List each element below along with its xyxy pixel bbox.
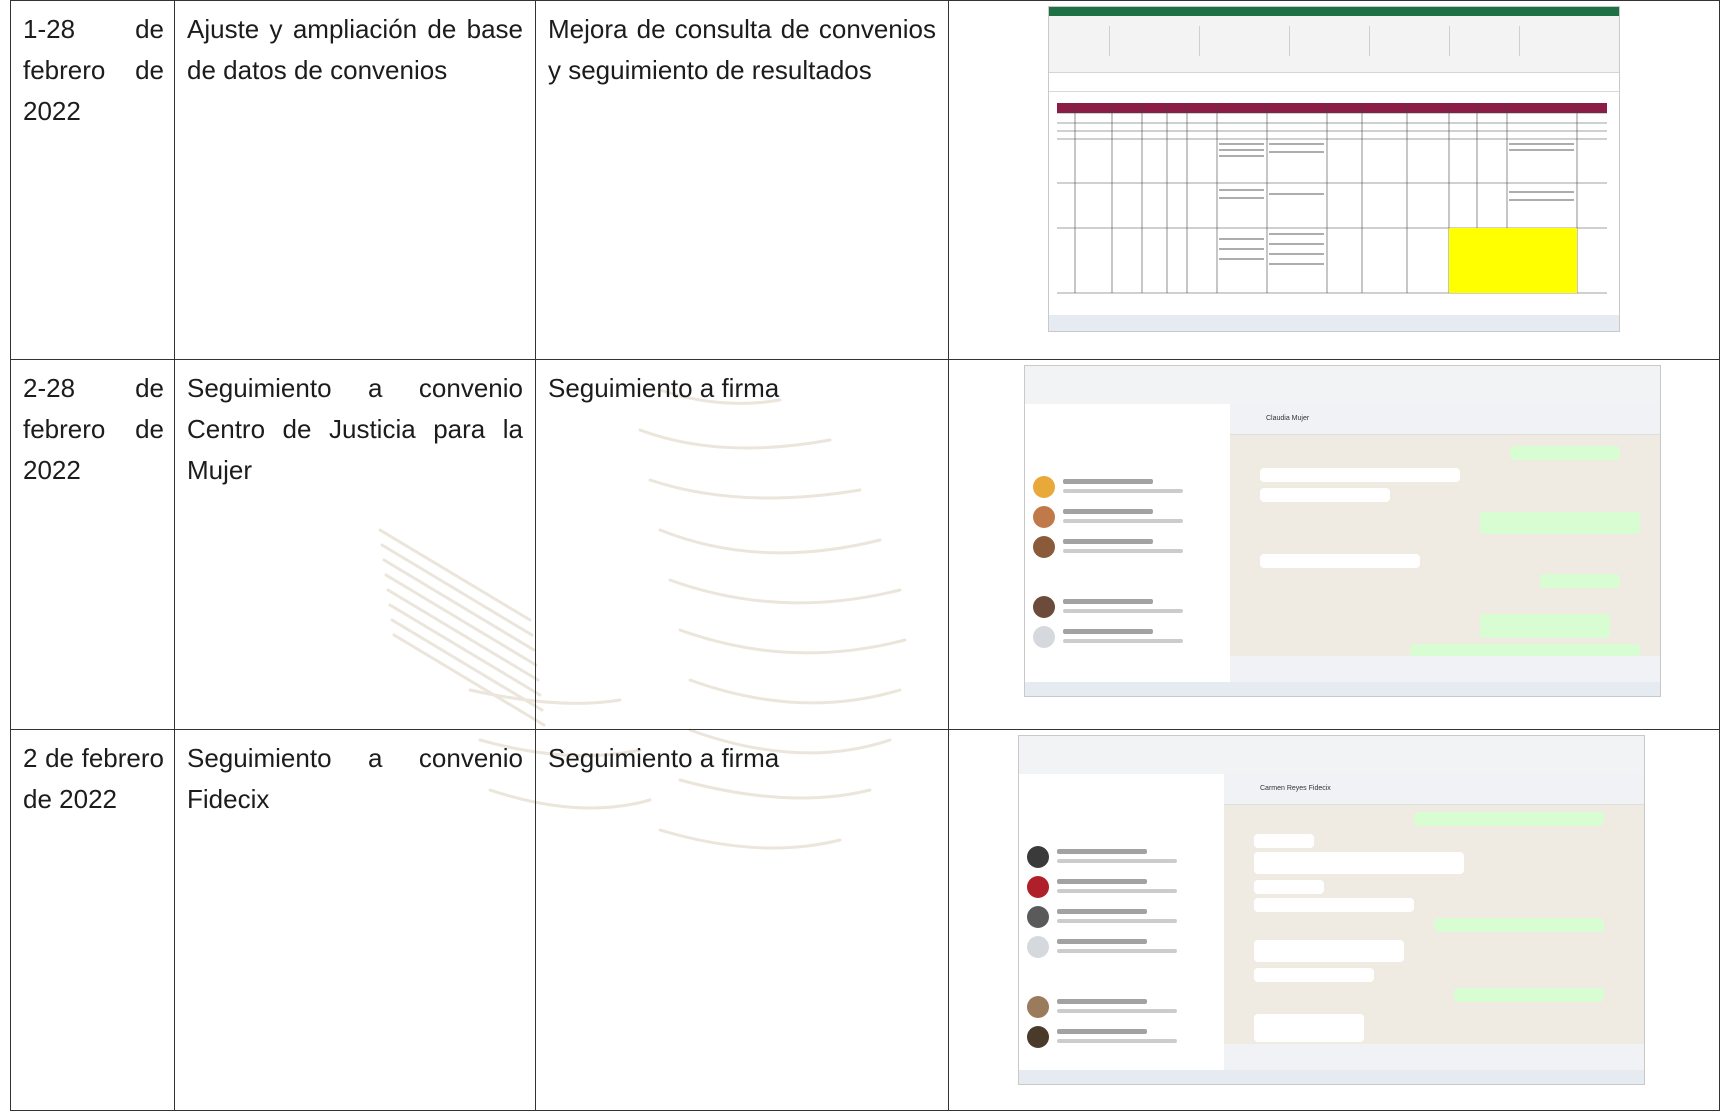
chat-screenshot: Claudia Mujer: [1025, 366, 1660, 696]
activity-cell: Ajuste y ampliación de base de datos de …: [187, 14, 523, 85]
activity-table: 1-28 de febrero de 2022 Ajuste y ampliac…: [10, 0, 1720, 1111]
activity-cell: Seguimiento a convenio Centro de Justici…: [187, 373, 523, 485]
activity-cell: Seguimiento a convenio Fidecix: [187, 743, 523, 814]
chat-screenshot: Carmen Reyes Fidecix: [1019, 736, 1644, 1084]
table-row: 2 de febrero de 2022 Seguimiento a conve…: [10, 729, 1720, 1111]
spreadsheet-screenshot: [1049, 7, 1619, 331]
chat-title: Claudia Mujer: [1266, 415, 1310, 422]
spreadsheet-grid: [1057, 103, 1607, 294]
date-cell: 2-28 de febrero de 2022: [23, 373, 164, 485]
result-cell: Seguimiento a firma: [548, 373, 780, 403]
result-cell: Seguimiento a firma: [548, 743, 780, 773]
chat-title: Carmen Reyes Fidecix: [1260, 785, 1331, 792]
date-cell: 2 de febrero de 2022: [23, 743, 164, 814]
result-cell: Mejora de consulta de convenios y seguim…: [548, 14, 936, 85]
table-row: 1-28 de febrero de 2022 Ajuste y ampliac…: [10, 0, 1720, 360]
table-row: 2-28 de febrero de 2022 Seguimiento a co…: [10, 359, 1720, 730]
date-cell: 1-28 de febrero de 2022: [23, 14, 164, 126]
